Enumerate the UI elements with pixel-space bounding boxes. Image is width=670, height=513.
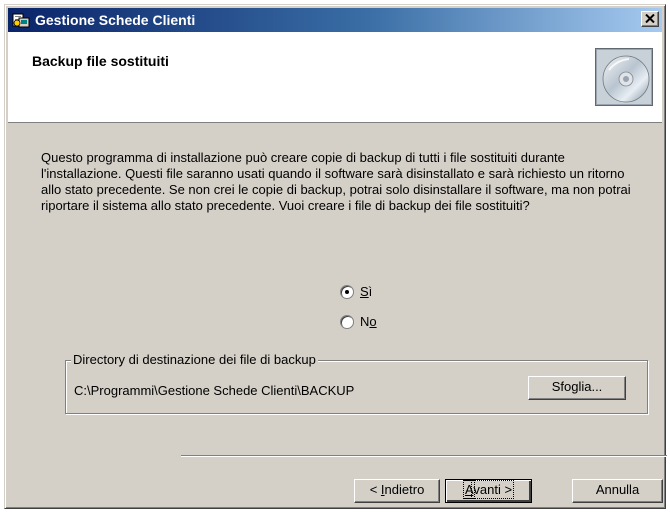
next-label: Avanti >	[462, 480, 515, 499]
label-text: <	[369, 482, 381, 497]
radio-no[interactable]: No	[340, 314, 377, 329]
radio-yes[interactable]: Sì	[340, 284, 372, 299]
next-button[interactable]: Avanti >	[445, 479, 532, 503]
browse-button[interactable]: Sfoglia...	[528, 376, 626, 400]
label-text: ì	[368, 284, 373, 299]
close-button[interactable]	[641, 11, 659, 27]
title-bar[interactable]: Gestione Schede Clienti	[8, 8, 662, 32]
label-text: vanti >	[471, 480, 515, 499]
radio-yes-label: Sì	[360, 284, 372, 299]
accelerator-key: S	[360, 284, 369, 299]
installer-dialog: Gestione Schede Clienti Backup file sost…	[4, 4, 667, 509]
destination-groupbox: Directory di destinazione dei file di ba…	[65, 352, 648, 414]
installer-app-icon	[12, 11, 30, 29]
back-button[interactable]: < Indietro	[354, 479, 440, 503]
radio-selected-dot	[345, 289, 349, 294]
description-text: Questo programma di installazione può cr…	[41, 150, 631, 213]
cd-disc-icon	[595, 48, 653, 106]
destination-legend: Directory di destinazione dei file di ba…	[71, 352, 318, 367]
page-title: Backup file sostituiti	[32, 53, 169, 69]
footer-separator	[181, 455, 667, 457]
window-title: Gestione Schede Clienti	[35, 12, 196, 28]
label-text: N	[360, 314, 370, 329]
radio-no-label: No	[360, 314, 377, 329]
radio-yes-circle[interactable]	[340, 284, 354, 299]
destination-path: C:\Programmi\Gestione Schede Clienti\BAC…	[74, 383, 355, 398]
close-x-icon	[645, 14, 655, 23]
header-panel: Backup file sostituiti	[8, 32, 662, 123]
radio-no-circle[interactable]	[340, 314, 354, 329]
accelerator-key: o	[369, 314, 377, 329]
cancel-button[interactable]: Annulla	[572, 479, 663, 503]
label-text: ndietro	[384, 482, 425, 497]
